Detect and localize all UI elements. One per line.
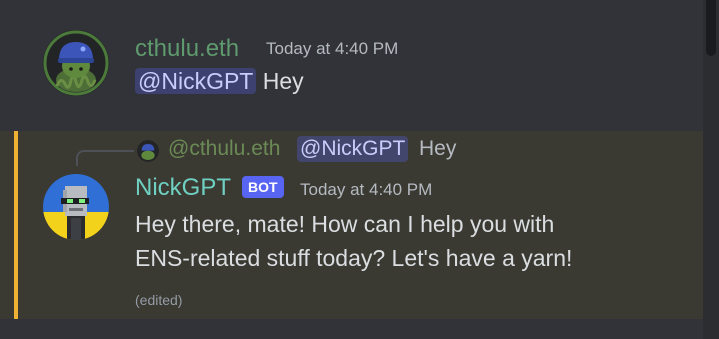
avatar[interactable] — [43, 174, 109, 240]
message-text: Hey — [262, 68, 304, 94]
bot-badge: BOT — [242, 176, 284, 198]
scrollbar-track[interactable] — [703, 0, 719, 339]
timestamp: Today at 4:40 PM — [266, 39, 399, 58]
reply-spine — [76, 150, 134, 166]
message-line: Hey there, mate! How can I help you with — [135, 211, 555, 237]
user-mention[interactable]: @NickGPT — [135, 68, 257, 94]
message-content: Hey there, mate! How can I help you with… — [135, 207, 572, 275]
edited-indicator: (edited) — [135, 292, 183, 308]
reply-author[interactable]: @cthulu.eth — [168, 137, 280, 161]
avatar[interactable] — [43, 30, 109, 96]
message-content: @NickGPT Hey — [135, 64, 304, 98]
username[interactable]: cthulu.eth — [135, 35, 239, 63]
reply-avatar[interactable] — [137, 140, 159, 162]
reply-text[interactable]: Hey — [419, 137, 456, 161]
octopus-helmet-avatar-icon — [137, 140, 159, 162]
scrollbar-thumb[interactable] — [706, 0, 716, 56]
timestamp: Today at 4:40 PM — [300, 180, 433, 199]
message-cthulu: cthulu.eth Today at 4:40 PM @NickGPT Hey — [0, 0, 703, 120]
pixel-robot-avatar-icon — [43, 174, 109, 240]
message-line: ENS-related stuff today? Let's have a ya… — [135, 245, 573, 271]
username[interactable]: NickGPT — [135, 174, 231, 202]
mention-highlight-bar — [14, 131, 18, 319]
reply-user-mention[interactable]: @NickGPT — [297, 136, 409, 162]
octopus-helmet-avatar-icon — [43, 30, 109, 96]
